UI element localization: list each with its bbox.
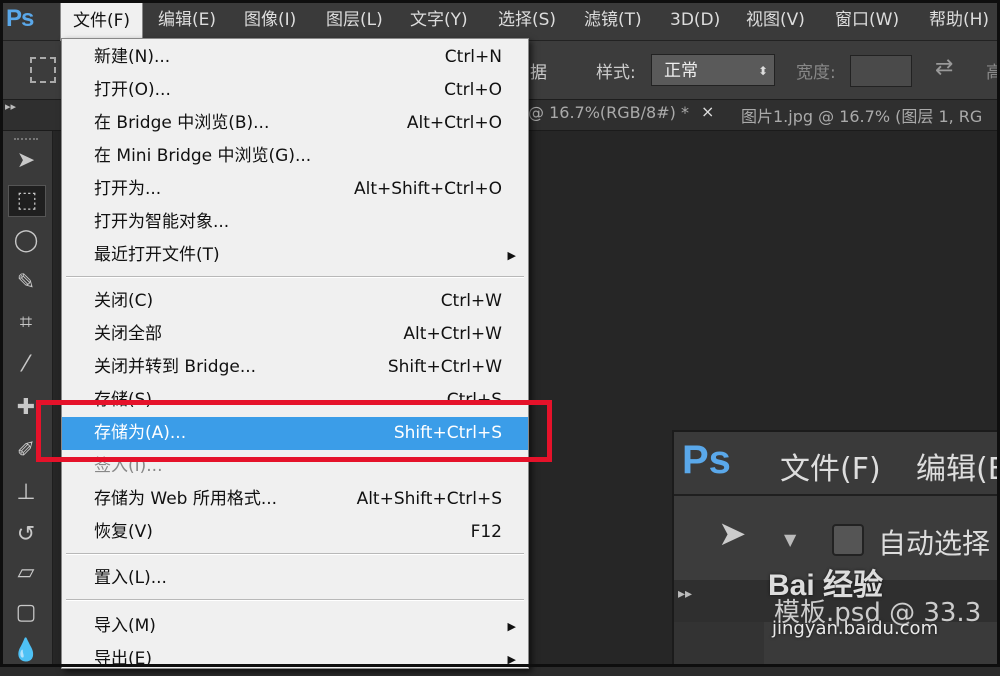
menu-item-label: 新建(N)...	[94, 47, 171, 67]
menu-item-browse-bridge[interactable]: 在 Bridge 中浏览(B)... Alt+Ctrl+O	[62, 107, 528, 140]
menu-item-open[interactable]: 打开(O)... Ctrl+O	[62, 74, 528, 107]
stamp-tool-icon[interactable]: ⊥	[8, 478, 44, 508]
menu-help[interactable]: 帮助(H)	[929, 0, 989, 40]
watermark-url: jingyan.baidu.com	[772, 618, 939, 639]
menu-item-shortcut: Alt+Shift+Ctrl+O	[353, 179, 502, 199]
tools-panel-grip[interactable]	[14, 138, 38, 142]
menu-item-close-all[interactable]: 关闭全部 Alt+Ctrl+W	[62, 318, 528, 351]
menu-item-open-smart-object[interactable]: 打开为智能对象...	[62, 206, 528, 239]
document-tab-2[interactable]: 图片1.jpg @ 16.7% (图层 1, RG	[741, 103, 982, 127]
style-select-value: 正常	[664, 61, 698, 81]
menu-item-label: 导出(E)	[94, 649, 153, 669]
close-tab-icon[interactable]: ×	[701, 102, 714, 121]
marquee-tool-preset-icon[interactable]	[30, 57, 56, 83]
eyedropper-tool-icon[interactable]: ⁄	[8, 350, 44, 380]
menu-item-shortcut: F12	[470, 522, 502, 542]
watermark-logo: Bai 经验	[768, 569, 884, 602]
menu-filter[interactable]: 滤镜(T)	[584, 0, 642, 40]
inset-caret-icon: ▼	[784, 530, 797, 549]
crop-tool-icon[interactable]: ⌗	[8, 308, 44, 338]
style-select[interactable]: 正常 ⬍	[651, 54, 775, 86]
inset-ps-logo: Ps	[682, 438, 731, 482]
inset-menu-edit: 编辑(E	[916, 452, 1000, 487]
width-label: 宽度:	[796, 63, 836, 83]
eraser-tool-icon[interactable]: ▱	[8, 558, 44, 588]
options-partial-label: 据	[530, 63, 547, 83]
menu-item-revert[interactable]: 恢复(V) F12	[62, 516, 528, 549]
menu-separator	[66, 599, 524, 601]
menu-item-close[interactable]: 关闭(C) Ctrl+W	[62, 285, 528, 318]
menu-item-new[interactable]: 新建(N)... Ctrl+N	[62, 41, 528, 74]
move-tool-icon[interactable]: ➤	[8, 146, 44, 176]
menu-item-shortcut: Ctrl+O	[444, 80, 502, 100]
menu-item-import[interactable]: 导入(M) ▶	[62, 610, 528, 643]
menu-item-export[interactable]: 导出(E) ▶	[62, 643, 528, 676]
menu-separator	[66, 276, 524, 278]
menu-item-label: 在 Bridge 中浏览(B)...	[94, 113, 270, 133]
menu-image[interactable]: 图像(I)	[244, 0, 296, 40]
collapse-panel-icon[interactable]: ▸▸	[5, 100, 16, 113]
ps-logo: Ps	[6, 5, 34, 32]
menu-item-shortcut: Ctrl+W	[440, 291, 502, 311]
style-label: 样式:	[596, 63, 636, 83]
menu-item-label: 存储为 Web 所用格式...	[94, 489, 278, 509]
menu-item-label: 恢复(V)	[94, 522, 153, 542]
up-down-arrows-icon: ⬍	[757, 64, 768, 78]
menu-item-label: 打开为智能对象...	[94, 212, 230, 232]
inset-collapse-icon: ▸▸	[678, 586, 693, 602]
submenu-arrow-icon: ▶	[507, 653, 516, 666]
height-partial-label: 高	[986, 63, 1000, 83]
blur-tool-icon[interactable]: 💧	[8, 636, 44, 666]
menu-item-close-go-bridge[interactable]: 关闭并转到 Bridge... Shift+Ctrl+W	[62, 351, 528, 384]
menu-item-open-as[interactable]: 打开为... Alt+Shift+Ctrl+O	[62, 173, 528, 206]
menu-separator	[66, 553, 524, 555]
menu-window[interactable]: 窗口(W)	[835, 0, 899, 40]
menu-3d[interactable]: 3D(D)	[670, 0, 720, 40]
menu-view[interactable]: 视图(V)	[746, 0, 805, 40]
menu-item-shortcut: Alt+Ctrl+W	[403, 324, 502, 344]
menu-item-shortcut: Alt+Ctrl+O	[406, 113, 502, 133]
menu-item-shortcut: Ctrl+N	[444, 47, 502, 67]
menu-item-label: 打开为...	[94, 179, 162, 199]
menu-item-label: 关闭全部	[94, 324, 162, 344]
menu-item-label: 打开(O)...	[94, 80, 171, 100]
menu-item-label: 关闭并转到 Bridge...	[94, 357, 257, 377]
watermark: Bai 经验 jingyan.baidu.com	[768, 560, 998, 660]
menu-item-label: 在 Mini Bridge 中浏览(G)...	[94, 146, 312, 166]
menu-item-label: 关闭(C)	[94, 291, 154, 311]
menu-file[interactable]: 文件(F)	[60, 2, 144, 41]
submenu-arrow-icon: ▶	[507, 620, 516, 633]
menu-type[interactable]: 文字(Y)	[410, 0, 468, 40]
menu-item-shortcut: Alt+Shift+Ctrl+S	[356, 489, 502, 509]
menu-item-label: 导入(M)	[94, 616, 156, 636]
menu-edit[interactable]: 编辑(E)	[158, 0, 216, 40]
menu-layer[interactable]: 图层(L)	[326, 0, 383, 40]
menu-item-browse-mini-bridge[interactable]: 在 Mini Bridge 中浏览(G)...	[62, 140, 528, 173]
document-tab-1[interactable]: @ 16.7%(RGB/8#) *	[528, 103, 689, 122]
menu-item-recent-files[interactable]: 最近打开文件(T) ▶	[62, 239, 528, 272]
inset-move-tool-icon: ➤	[718, 514, 747, 554]
menu-item-label: 置入(L)...	[94, 568, 167, 588]
inset-menu-file: 文件(F)	[780, 452, 881, 487]
gradient-tool-icon[interactable]: ▢	[8, 598, 44, 628]
marquee-tool-icon[interactable]: ⬚	[8, 185, 46, 217]
width-input[interactable]	[850, 55, 912, 87]
inset-tools-panel	[674, 622, 764, 665]
inset-checkbox	[832, 524, 864, 556]
history-brush-tool-icon[interactable]: ↺	[8, 520, 44, 550]
quick-select-tool-icon[interactable]: ✎	[8, 268, 44, 298]
menu-item-save-for-web[interactable]: 存储为 Web 所用格式... Alt+Shift+Ctrl+S	[62, 483, 528, 516]
menu-item-place[interactable]: 置入(L)...	[62, 562, 528, 595]
file-menu-dropdown: 新建(N)... Ctrl+N 打开(O)... Ctrl+O 在 Bridge…	[61, 38, 529, 669]
swap-arrows-icon[interactable]: ⇄	[935, 55, 953, 80]
submenu-arrow-icon: ▶	[507, 249, 516, 262]
annotation-highlight-box	[36, 400, 552, 462]
inset-auto-select-label: 自动选择	[878, 527, 991, 560]
menu-item-shortcut: Shift+Ctrl+W	[387, 357, 502, 377]
lasso-tool-icon[interactable]: ◯	[8, 226, 44, 256]
menu-item-label: 最近打开文件(T)	[94, 245, 220, 265]
menu-select[interactable]: 选择(S)	[498, 0, 556, 40]
